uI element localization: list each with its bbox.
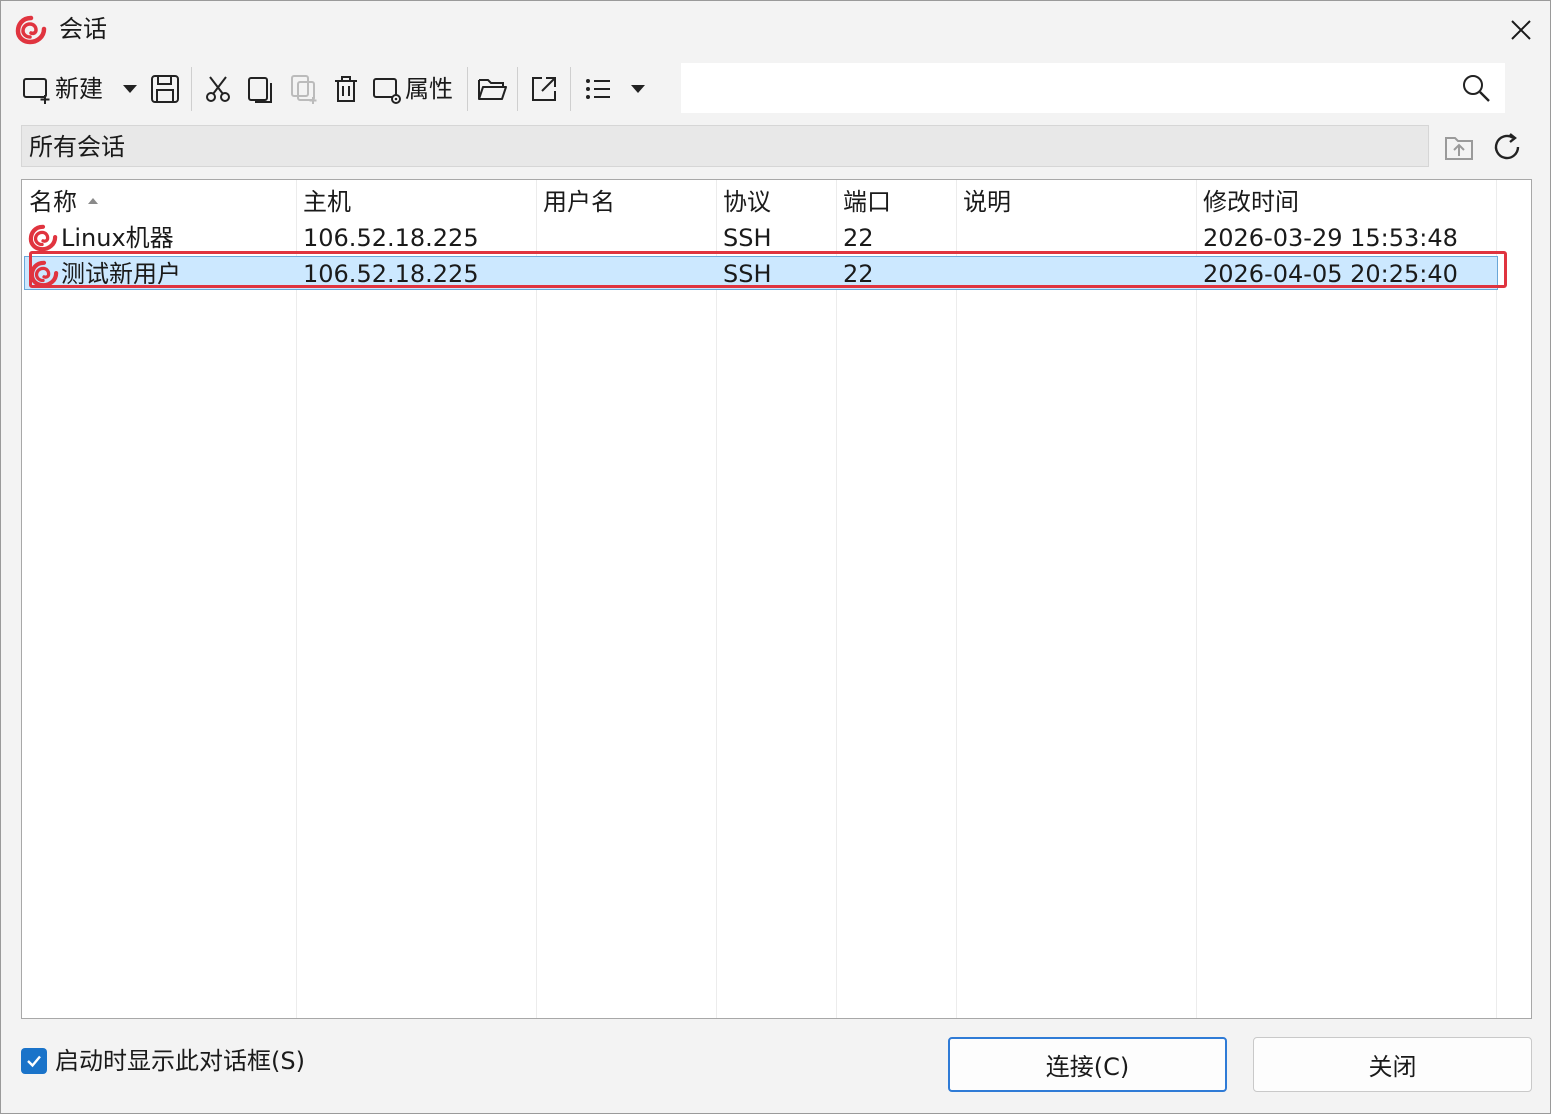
column-divider <box>956 180 957 1018</box>
session-swirl-icon <box>28 224 58 256</box>
toolbar-separator <box>517 67 518 111</box>
copy-icon <box>245 74 275 104</box>
properties-button[interactable]: 属性 <box>371 63 453 115</box>
paste-icon <box>289 73 319 105</box>
close-button[interactable]: 关闭 <box>1253 1037 1532 1092</box>
swirl-logo-icon <box>15 15 47 45</box>
column-header-host[interactable]: 主机 <box>303 184 351 220</box>
column-header-description[interactable]: 说明 <box>963 184 1011 220</box>
view-button[interactable] <box>583 63 613 115</box>
cut-icon <box>203 74 233 104</box>
copy-button[interactable] <box>245 63 275 115</box>
column-divider <box>536 180 537 1018</box>
toolbar-separator <box>191 67 192 111</box>
up-folder-icon[interactable] <box>1443 131 1475 167</box>
refresh-icon[interactable] <box>1491 131 1523 167</box>
new-label: 新建 <box>55 75 103 103</box>
properties-label: 属性 <box>405 75 453 103</box>
window-title: 会话 <box>59 15 107 43</box>
checkbox-checked-icon[interactable] <box>21 1048 47 1074</box>
new-session-icon <box>21 73 53 105</box>
search-icon[interactable] <box>1461 73 1491 107</box>
search-input[interactable] <box>681 63 1475 113</box>
toolbar-separator <box>570 67 571 111</box>
show-on-startup-label: 启动时显示此对话框(S) <box>55 1047 305 1075</box>
column-header-port[interactable]: 端口 <box>843 184 891 220</box>
paste-button[interactable] <box>289 63 319 115</box>
column-divider <box>296 180 297 1018</box>
close-icon[interactable] <box>1498 7 1544 53</box>
table-row[interactable]: Linux机器 106.52.18.225 SSH 22 2026-03-29 … <box>24 221 1498 255</box>
cell-modified: 2026-03-29 15:53:48 <box>1203 224 1458 252</box>
save-icon <box>149 73 181 105</box>
column-divider <box>836 180 837 1018</box>
session-dialog: 会话 新建 属性 所有会话 名称 主机 用户名 协议 端口 说明 修改时间 Li… <box>0 0 1551 1114</box>
cell-name: Linux机器 <box>61 224 174 252</box>
table-row-selected[interactable]: 测试新用户 106.52.18.225 SSH 22 2026-04-05 20… <box>24 256 1498 290</box>
path-bar[interactable]: 所有会话 <box>21 125 1429 167</box>
path-label: 所有会话 <box>29 133 125 161</box>
caret-down-icon <box>119 78 141 100</box>
open-folder-icon <box>476 74 508 104</box>
column-header-modified[interactable]: 修改时间 <box>1203 184 1299 220</box>
properties-icon <box>371 73 403 105</box>
table-header: 名称 主机 用户名 协议 端口 说明 修改时间 <box>22 180 1531 220</box>
save-button[interactable] <box>149 63 181 115</box>
cell-protocol: SSH <box>723 224 772 252</box>
session-swirl-icon <box>29 260 59 292</box>
cut-button[interactable] <box>203 63 233 115</box>
cell-port: 22 <box>843 224 874 252</box>
search-box <box>681 63 1505 113</box>
trash-icon <box>331 74 361 104</box>
column-divider <box>1496 180 1497 1018</box>
export-icon <box>529 74 559 104</box>
toolbar-separator <box>467 67 468 111</box>
delete-button[interactable] <box>331 63 361 115</box>
show-on-startup-checkbox[interactable]: 启动时显示此对话框(S) <box>21 1046 305 1076</box>
open-button[interactable] <box>476 63 508 115</box>
cell-name: 测试新用户 <box>61 260 181 288</box>
cell-host: 106.52.18.225 <box>303 224 479 252</box>
column-header-username[interactable]: 用户名 <box>543 184 615 220</box>
toolbar: 新建 属性 <box>15 63 675 115</box>
new-dropdown-button[interactable] <box>119 63 141 115</box>
cell-host: 106.52.18.225 <box>303 260 479 288</box>
column-divider <box>1196 180 1197 1018</box>
cell-modified: 2026-04-05 20:25:40 <box>1203 260 1458 288</box>
export-button[interactable] <box>529 63 559 115</box>
caret-down-icon <box>627 78 649 100</box>
connect-button[interactable]: 连接(C) <box>948 1037 1227 1092</box>
column-divider <box>716 180 717 1018</box>
list-view-icon <box>583 74 613 104</box>
session-table: 名称 主机 用户名 协议 端口 说明 修改时间 Linux机器 106.52.1… <box>21 179 1532 1019</box>
sort-ascending-icon <box>88 198 98 204</box>
column-header-protocol[interactable]: 协议 <box>723 184 771 220</box>
new-button[interactable]: 新建 <box>21 63 103 115</box>
title-bar: 会话 <box>1 1 1550 59</box>
cell-protocol: SSH <box>723 260 772 288</box>
column-header-name[interactable]: 名称 <box>29 184 77 220</box>
view-dropdown-button[interactable] <box>627 63 649 115</box>
cell-port: 22 <box>843 260 874 288</box>
